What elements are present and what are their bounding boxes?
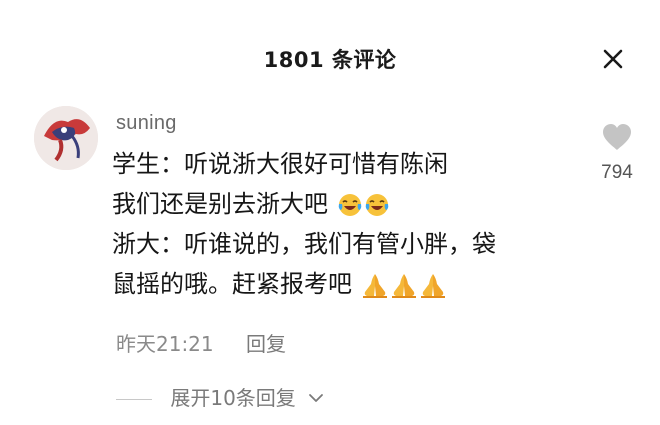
like-button[interactable]: 794 (594, 122, 640, 184)
close-icon (603, 49, 623, 69)
praying-hands-emoji-icon (362, 274, 387, 298)
expand-replies-label: 展开10条回复 (170, 386, 296, 410)
comment-line-3: 浙大：听谁说的，我们有管小胖，袋 (112, 230, 496, 258)
comment-meta: 昨天21:21 回复 (116, 328, 286, 357)
expand-divider (116, 399, 152, 400)
close-button[interactable] (598, 44, 628, 74)
comments-count-title: 1801 条评论 (263, 48, 397, 72)
comment-line-2-wrap: 我们还是别去浙大吧 (112, 184, 592, 224)
praying-hands-emoji-icon (391, 274, 416, 298)
comment-timestamp: 昨天21:21 (116, 332, 214, 356)
chevron-down-icon (309, 394, 324, 402)
avatar[interactable] (34, 106, 98, 170)
expand-replies-button[interactable]: 展开10条回复 (116, 382, 324, 411)
praying-hands-emoji-icon (420, 274, 445, 298)
like-count: 794 (601, 162, 633, 183)
comment-line-1: 学生：听说浙大很好可惜有陈闲 (112, 150, 448, 178)
laughing-tears-emoji-icon (338, 194, 361, 216)
comment-line-4: 鼠摇的哦。赶紧报考吧 (112, 270, 352, 298)
comments-header: 1801 条评论 (0, 0, 660, 100)
comment-username[interactable]: suning (116, 112, 177, 135)
comment-line-4-wrap: 鼠摇的哦。赶紧报考吧 (112, 264, 592, 304)
laughing-tears-emoji-icon (365, 194, 388, 216)
avatar-image (34, 106, 98, 170)
comment-item: suning 学生：听说浙大很好可惜有陈闲 我们还是别去浙大吧 浙大：听谁说的，… (0, 100, 660, 425)
comment-line-2: 我们还是别去浙大吧 (112, 190, 328, 218)
comment-body: 学生：听说浙大很好可惜有陈闲 我们还是别去浙大吧 浙大：听谁说的，我们有管小胖，… (112, 144, 592, 304)
heart-icon (603, 124, 631, 150)
reply-button[interactable]: 回复 (246, 328, 286, 357)
